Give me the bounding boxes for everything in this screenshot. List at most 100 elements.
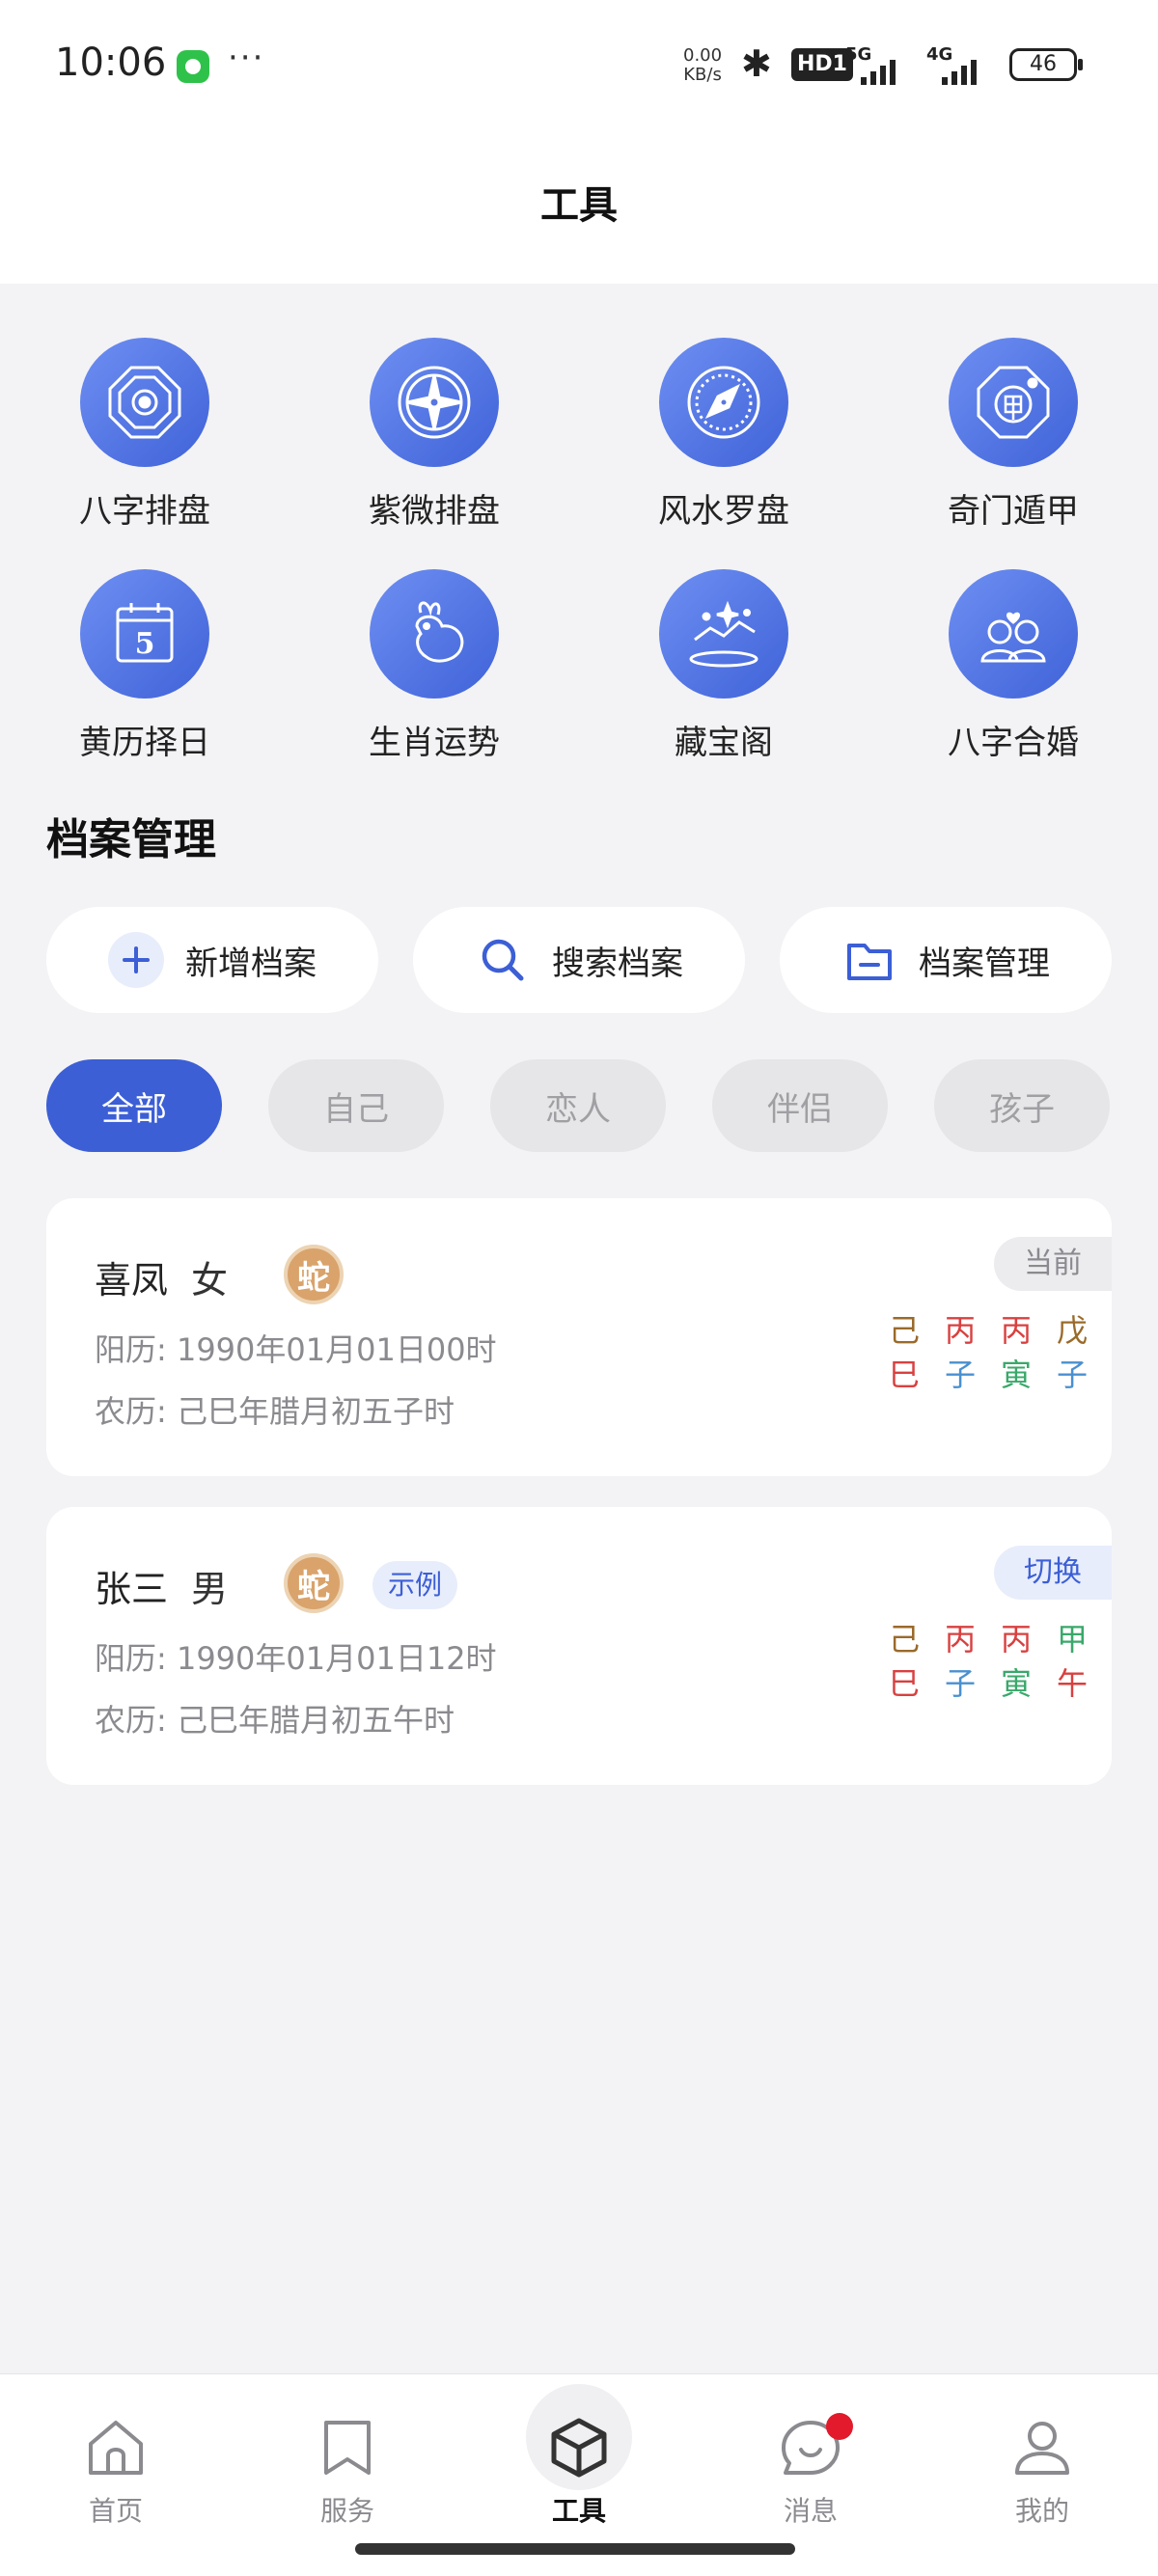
tool-shengxiao[interactable]: 生肖运势 [338, 569, 531, 763]
example-badge: 示例 [372, 1561, 458, 1609]
bagua-icon [80, 338, 209, 467]
profile-gender: 女 [191, 1259, 229, 1302]
tool-label: 黄历择日 [79, 724, 210, 762]
top-header: 10:06 ··· 0.00 KB/s ✱ HD1 5G 4G 46 工具 [0, 0, 1158, 284]
nav-label: 我的 [1014, 2495, 1069, 2527]
heavenly-stem: 己 [888, 1621, 920, 1658]
tool-bazi[interactable]: 八字排盘 [48, 338, 241, 532]
luopan-icon [659, 338, 788, 467]
home-indicator[interactable] [355, 2543, 795, 2555]
manage-archive-label: 档案管理 [919, 944, 1050, 983]
status-time: 10:06 [55, 41, 167, 85]
heavenly-stem: 丙 [1000, 1621, 1032, 1658]
lunar-date: 农历: 己巳年腊月初五子时 [95, 1393, 455, 1430]
tool-hehun[interactable]: 八字合婚 [917, 569, 1110, 763]
compass-star-icon [370, 338, 499, 467]
tool-label: 八字合婚 [948, 724, 1079, 762]
heavenly-stem: 丙 [1000, 1312, 1032, 1349]
earthly-branch: 子 [1056, 1357, 1088, 1393]
profile-card[interactable]: 喜凤 女 蛇 当前 阳历: 1990年01月01日00时 农历: 己巳年腊月初五… [46, 1198, 1112, 1476]
nav-tools[interactable]: 工具 [502, 2413, 656, 2529]
user-icon [1015, 2422, 1069, 2475]
current-tag: 当前 [994, 1237, 1112, 1291]
nav-label: 消息 [783, 2495, 838, 2527]
tool-ziwei[interactable]: 紫微排盘 [338, 338, 531, 532]
status-bar: 10:06 ··· 0.00 KB/s ✱ HD1 5G 4G 46 [0, 0, 1158, 125]
solar-date: 阳历: 1990年01月01日12时 [95, 1640, 497, 1677]
filter-all[interactable]: 全部 [46, 1059, 222, 1152]
heavenly-stem: 戊 [1056, 1312, 1088, 1349]
earthly-branch: 午 [1056, 1665, 1088, 1702]
calendar-number: 5 [135, 627, 155, 661]
wechat-icon [177, 50, 209, 83]
folder-icon [847, 944, 892, 980]
zodiac-snake-icon: 蛇 [284, 1245, 344, 1304]
profile-gender: 男 [191, 1568, 229, 1610]
tool-label: 紫微排盘 [369, 492, 500, 531]
cube-icon [551, 2418, 607, 2478]
tool-label: 生肖运势 [369, 724, 500, 762]
tool-huangli[interactable]: 5 黄历择日 [48, 569, 241, 763]
filter-child[interactable]: 孩子 [934, 1059, 1110, 1152]
bazi-pillars: 己 丙 丙 甲 巳 子 寅 午 [876, 1615, 1108, 1704]
tool-cangbao[interactable]: 藏宝阁 [627, 569, 820, 763]
filter-lover[interactable]: 恋人 [490, 1059, 666, 1152]
nav-label: 工具 [551, 2495, 606, 2527]
profile-card[interactable]: 张三 男 蛇 示例 切换 阳历: 1990年01月01日12时 农历: 己巳年腊… [46, 1507, 1112, 1785]
page-title: 工具 [540, 183, 618, 228]
add-archive-label: 新增档案 [185, 944, 317, 983]
earthly-branch: 寅 [1000, 1665, 1032, 1702]
profile-name: 张三 [95, 1568, 169, 1610]
search-archive-label: 搜索档案 [552, 944, 683, 983]
earthly-branch: 子 [944, 1357, 976, 1393]
search-archive-button[interactable]: 搜索档案 [413, 907, 745, 1013]
add-archive-button[interactable]: 新增档案 [46, 907, 378, 1013]
tool-label: 藏宝阁 [675, 724, 773, 762]
earthly-branch: 寅 [1000, 1357, 1032, 1393]
tool-fengshui[interactable]: 风水罗盘 [627, 338, 820, 532]
switch-button[interactable]: 切换 [994, 1546, 1112, 1600]
net-speed: 0.00 KB/s [683, 46, 722, 85]
nav-service[interactable]: 服务 [270, 2413, 425, 2529]
zodiac-rabbit-icon [370, 569, 499, 699]
solar-date: 阳历: 1990年01月01日00时 [95, 1331, 497, 1368]
nav-mine[interactable]: 我的 [965, 2413, 1119, 2529]
unread-badge [826, 2413, 853, 2440]
earthly-branch: 子 [944, 1665, 976, 1702]
qimen-icon [949, 338, 1078, 467]
heavenly-stem: 丙 [944, 1312, 976, 1349]
nav-messages[interactable]: 消息 [733, 2413, 888, 2529]
archive-actions: 新增档案 搜索档案 档案管理 [46, 907, 1112, 1013]
heavenly-stem: 甲 [1056, 1621, 1088, 1658]
more-notifications-icon: ··· [228, 39, 265, 77]
nav-label: 首页 [88, 2495, 143, 2527]
bazi-pillars: 己 丙 丙 戊 巳 子 寅 子 [876, 1306, 1108, 1395]
nav-label: 服务 [319, 2495, 374, 2527]
hd-icon: HD1 [791, 48, 853, 81]
nav-home[interactable]: 首页 [39, 2413, 193, 2529]
bookmark-icon [324, 2421, 371, 2475]
earthly-branch: 巳 [888, 1665, 920, 1702]
tool-label: 风水罗盘 [658, 492, 789, 531]
plus-icon [108, 932, 164, 988]
bluetooth-icon: ✱ [741, 42, 772, 85]
couple-icon [949, 569, 1078, 699]
net-speed-unit: KB/s [683, 65, 722, 85]
heavenly-stem: 丙 [944, 1621, 976, 1658]
filter-partner[interactable]: 伴侣 [712, 1059, 888, 1152]
tool-qimen[interactable]: 奇门遁甲 [917, 338, 1110, 532]
home-icon [89, 2421, 143, 2475]
earthly-branch: 巳 [888, 1357, 920, 1393]
treasure-icon [659, 569, 788, 699]
tool-label: 八字排盘 [79, 492, 210, 531]
manage-archive-button[interactable]: 档案管理 [780, 907, 1112, 1013]
battery-icon: 46 [1009, 48, 1083, 81]
lunar-date: 农历: 己巳年腊月初五午时 [95, 1702, 455, 1739]
profile-name: 喜凤 [95, 1259, 169, 1302]
search-icon [482, 939, 524, 981]
net-speed-value: 0.00 [683, 45, 723, 66]
filter-self[interactable]: 自己 [268, 1059, 444, 1152]
heavenly-stem: 己 [888, 1312, 920, 1349]
archive-section-title: 档案管理 [46, 815, 216, 864]
calendar-icon: 5 [80, 569, 209, 699]
